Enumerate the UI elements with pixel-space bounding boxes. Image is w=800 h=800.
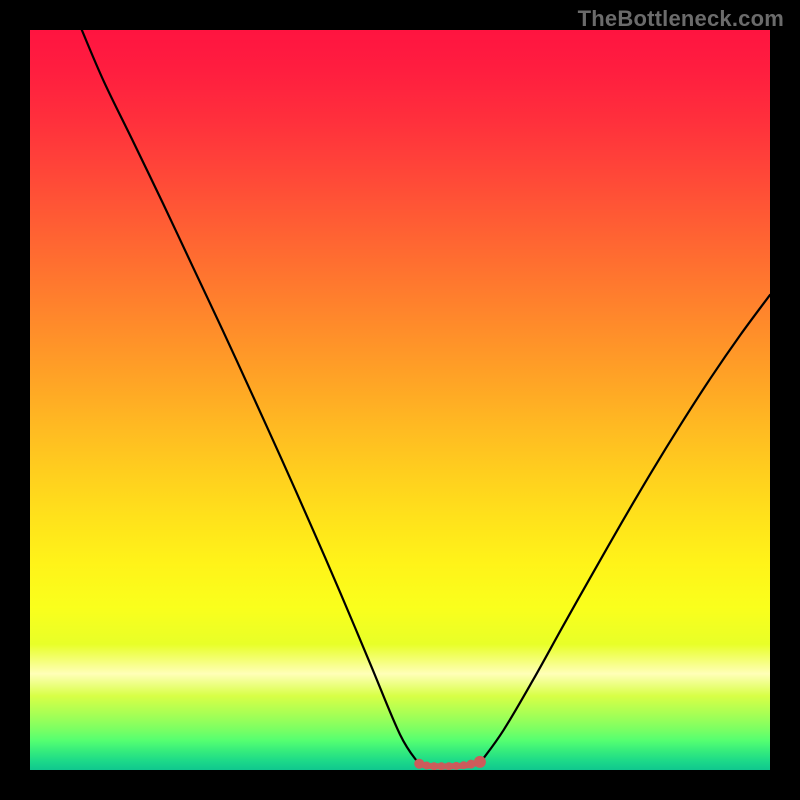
right-branch-line: [481, 295, 770, 761]
valley-dot: [474, 756, 486, 768]
plot-area: [30, 30, 770, 770]
curve-layer: [30, 30, 770, 770]
valley-dot: [430, 762, 438, 770]
chart-frame: TheBottleneck.com: [0, 0, 800, 800]
valley-dot: [423, 762, 431, 770]
valley-dot: [414, 759, 424, 769]
valley-dot: [445, 762, 453, 770]
valley-dots-group: [414, 756, 486, 770]
left-branch-line: [82, 30, 419, 763]
watermark-text: TheBottleneck.com: [578, 6, 784, 32]
valley-dot: [452, 762, 460, 770]
valley-dot: [437, 762, 445, 770]
valley-dot: [460, 761, 468, 769]
